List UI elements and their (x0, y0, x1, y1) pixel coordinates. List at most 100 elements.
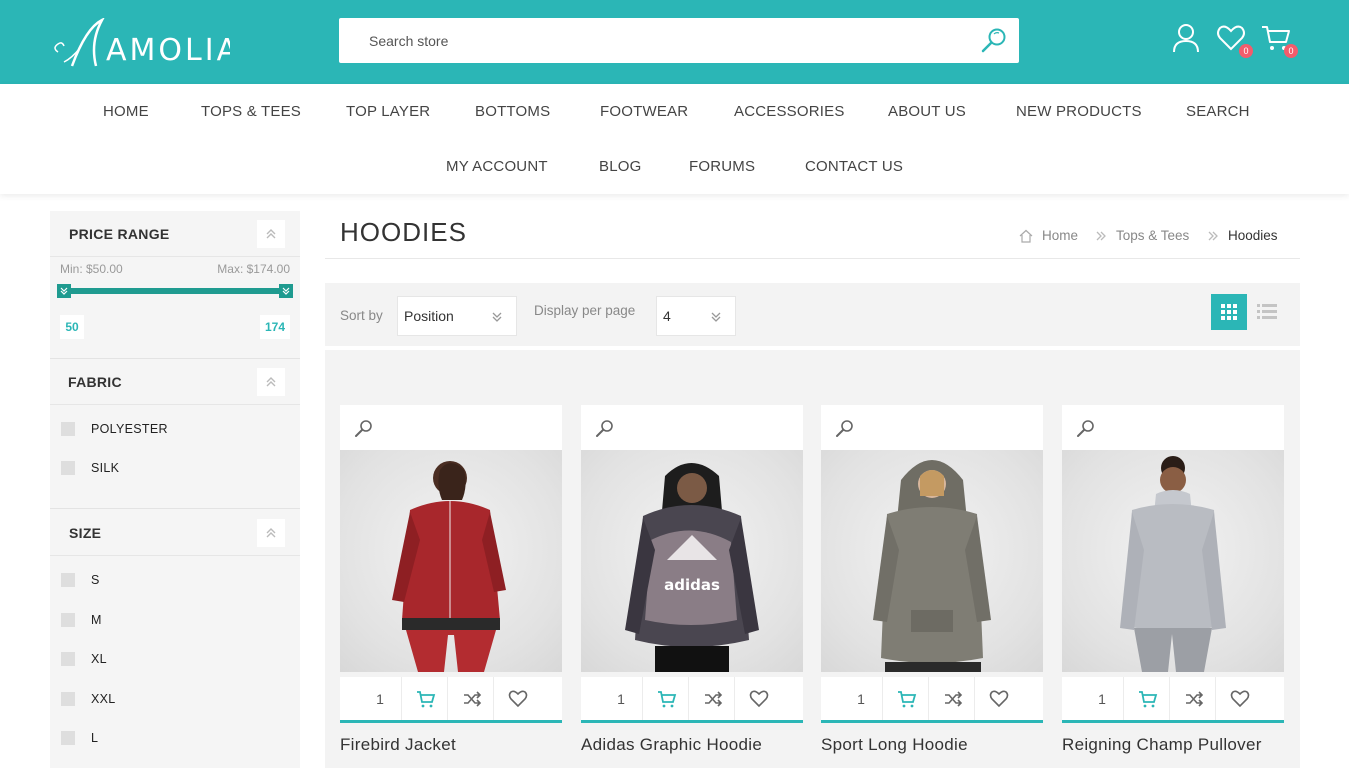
add-to-cart-icon[interactable] (1123, 677, 1169, 720)
quick-view-icon[interactable] (354, 418, 374, 438)
search-icon[interactable] (979, 26, 1009, 56)
option-label: M (91, 613, 102, 627)
collapse-price-button[interactable] (257, 220, 285, 248)
price-max-label: Max: $174.00 (217, 262, 290, 276)
grid-view-icon[interactable] (1211, 294, 1247, 330)
nav-item-home[interactable]: HOME (103, 103, 149, 120)
chevron-right-icon (1208, 231, 1218, 241)
product-card: Firebird Jacket (340, 405, 562, 768)
user-icon[interactable] (1170, 22, 1202, 54)
product-name[interactable]: Reigning Champ Pullover (1062, 735, 1262, 755)
size-option-xxl[interactable]: XXL (61, 689, 291, 709)
card-actions (581, 677, 803, 723)
nav-item-about-us[interactable]: ABOUT US (888, 103, 966, 120)
fabric-option-silk[interactable]: SILK (61, 458, 291, 478)
nav-item-my-account[interactable]: MY ACCOUNT (446, 158, 548, 175)
search-input[interactable] (339, 18, 969, 63)
breadcrumb-parent[interactable]: Tops & Tees (1116, 228, 1189, 243)
wishlist-icon[interactable] (974, 677, 1020, 720)
heart-icon[interactable]: 0 (1215, 22, 1253, 58)
nav-item-top-layer[interactable]: TOP LAYER (346, 103, 430, 120)
size-option-m[interactable]: M (61, 610, 291, 630)
nav-item-footwear[interactable]: FOOTWEAR (600, 103, 688, 120)
size-option-s[interactable]: S (61, 570, 291, 590)
price-range-header: PRICE RANGE (50, 211, 300, 257)
nav-item-accessories[interactable]: ACCESSORIES (734, 103, 845, 120)
quick-view-icon[interactable] (835, 418, 855, 438)
nav-item-tops-tees[interactable]: TOPS & TEES (201, 103, 301, 120)
price-slider-min-handle[interactable] (57, 284, 71, 298)
checkbox[interactable] (61, 613, 75, 627)
sort-value: Position (404, 308, 454, 324)
filter-sidebar: PRICE RANGE Min: $50.00 Max: $174.00 50 … (50, 211, 300, 768)
option-label: XXL (91, 692, 116, 706)
display-per-page-select[interactable]: 4 (656, 296, 736, 336)
size-title: SIZE (69, 525, 102, 541)
compare-icon[interactable] (688, 677, 734, 720)
add-to-cart-icon[interactable] (642, 677, 688, 720)
compare-icon[interactable] (447, 677, 493, 720)
wishlist-icon[interactable] (1215, 677, 1261, 720)
product-name[interactable]: Adidas Graphic Hoodie (581, 735, 762, 755)
chevron-up-icon (266, 229, 276, 239)
collapse-fabric-button[interactable] (257, 368, 285, 396)
price-max-value: 174 (260, 315, 290, 339)
fabric-header: FABRIC (50, 359, 300, 405)
nav-item-search[interactable]: SEARCH (1186, 103, 1250, 120)
product-card: Reigning Champ Pullover (1062, 405, 1284, 768)
product-name[interactable]: Sport Long Hoodie (821, 735, 968, 755)
checkbox[interactable] (61, 573, 75, 587)
price-slider-track[interactable] (60, 288, 292, 294)
list-view-icon[interactable] (1249, 294, 1285, 330)
breadcrumb-home[interactable]: Home (1042, 228, 1078, 243)
quick-view-icon[interactable] (595, 418, 615, 438)
product-toolbar: Sort by Position Display per page 4 (325, 283, 1300, 346)
add-to-cart-icon[interactable] (882, 677, 928, 720)
product-image[interactable] (821, 450, 1043, 672)
product-image[interactable] (340, 450, 562, 672)
compare-icon[interactable] (1169, 677, 1215, 720)
compare-icon[interactable] (928, 677, 974, 720)
option-label: XL (91, 652, 107, 666)
checkbox[interactable] (61, 731, 75, 745)
card-top (821, 405, 1043, 450)
chevron-down-icon (711, 312, 721, 322)
display-per-page-label: Display per page (534, 303, 636, 318)
quick-view-icon[interactable] (1076, 418, 1096, 438)
wishlist-icon[interactable] (493, 677, 539, 720)
product-image[interactable] (1062, 450, 1284, 672)
price-slider-max-handle[interactable] (279, 284, 293, 298)
option-label: POLYESTER (91, 422, 168, 436)
cart-icon[interactable]: 0 (1260, 22, 1298, 58)
divider (50, 508, 300, 509)
size-option-l[interactable]: L (61, 728, 291, 748)
nav-item-new-products[interactable]: NEW PRODUCTS (1016, 103, 1142, 120)
collapse-size-button[interactable] (257, 519, 285, 547)
price-min-label: Min: $50.00 (60, 262, 123, 276)
fabric-title: FABRIC (68, 374, 122, 390)
product-name[interactable]: Firebird Jacket (340, 735, 456, 755)
wishlist-icon[interactable] (734, 677, 780, 720)
logo[interactable]: AMOLIA (50, 17, 237, 70)
checkbox[interactable] (61, 422, 75, 436)
nav-item-contact-us[interactable]: CONTACT US (805, 158, 903, 175)
checkbox[interactable] (61, 692, 75, 706)
nav-item-forums[interactable]: FORUMS (689, 158, 755, 175)
nav-item-bottoms[interactable]: BOTTOMS (475, 103, 550, 120)
nav-item-blog[interactable]: BLOG (599, 158, 641, 175)
product-card: adidas Adidas Graphic Hoodie (581, 405, 803, 768)
sort-select[interactable]: Position (397, 296, 517, 336)
chevron-up-icon (266, 377, 276, 387)
search-box (339, 18, 1019, 63)
checkbox[interactable] (61, 652, 75, 666)
checkbox[interactable] (61, 461, 75, 475)
size-option-xl[interactable]: XL (61, 649, 291, 669)
add-to-cart-icon[interactable] (401, 677, 447, 720)
product-image[interactable]: adidas (581, 450, 803, 672)
cart-count-badge: 0 (1284, 44, 1298, 58)
option-label: S (91, 573, 100, 587)
sort-label: Sort by (340, 308, 383, 323)
chevron-down-icon (492, 312, 502, 322)
fabric-option-polyester[interactable]: POLYESTER (61, 419, 291, 439)
breadcrumb-current: Hoodies (1228, 228, 1278, 243)
